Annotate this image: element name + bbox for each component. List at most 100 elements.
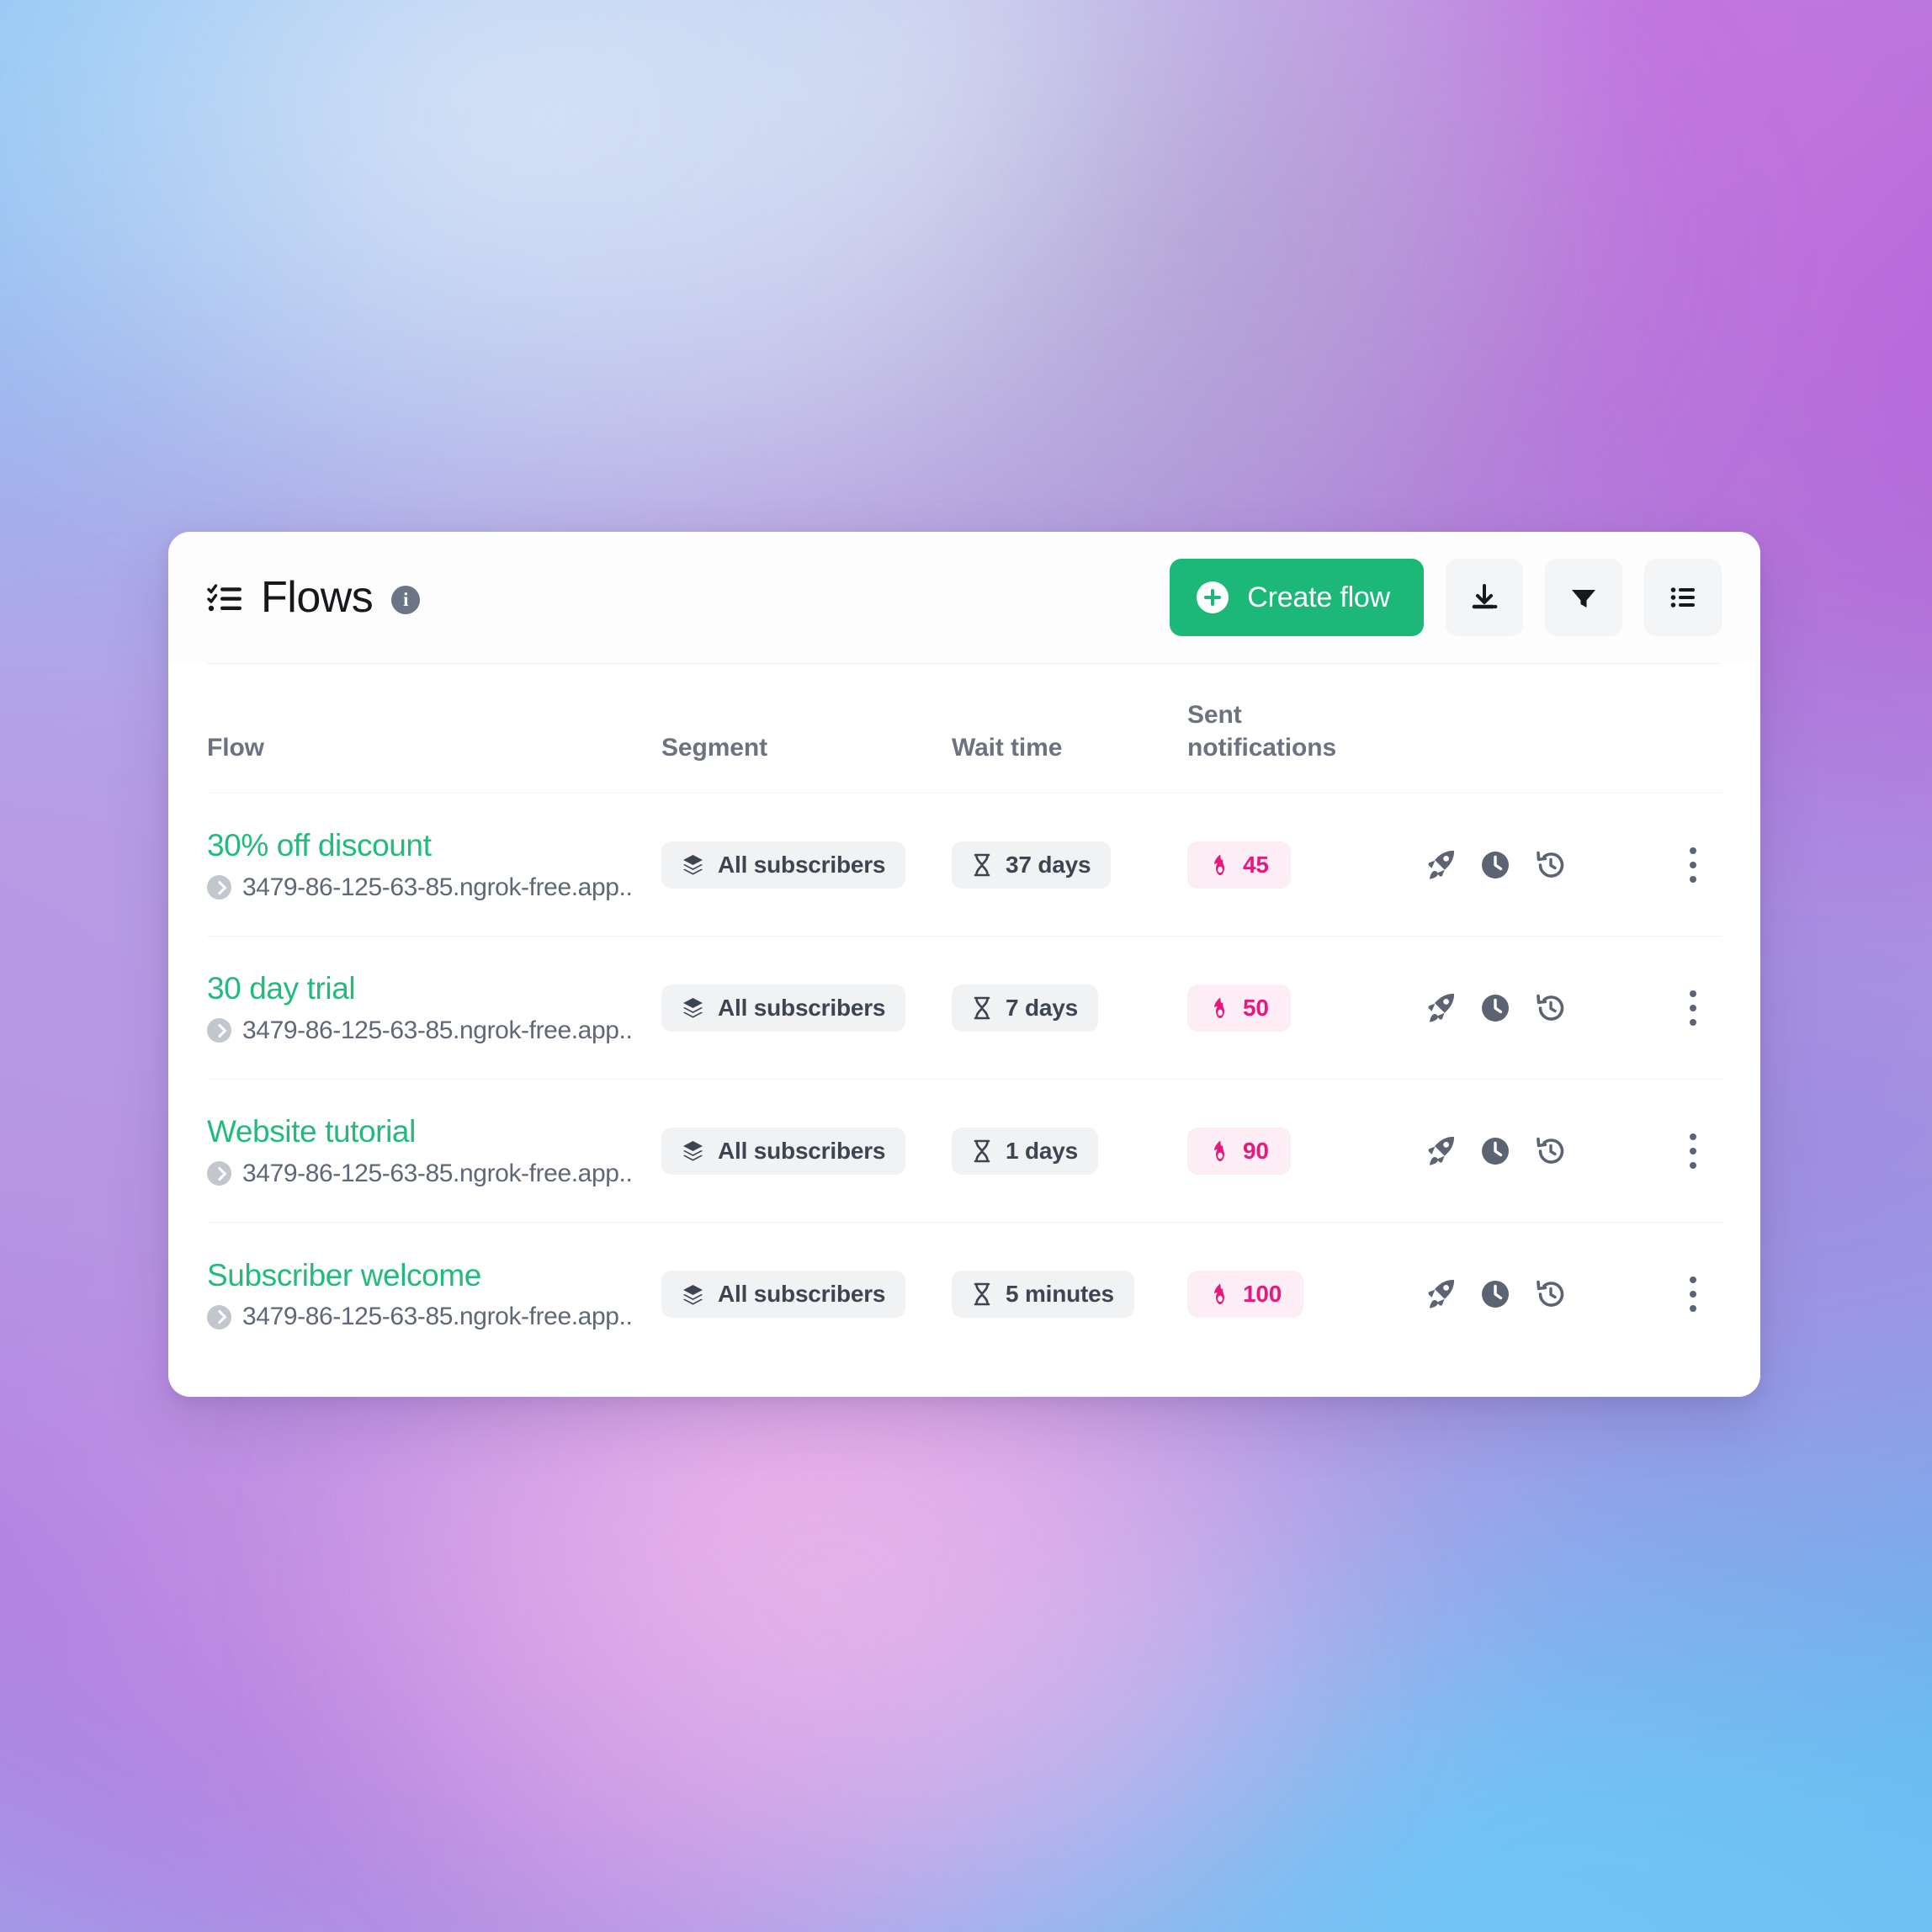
row-actions (1423, 981, 1722, 1035)
table-row[interactable]: Website tutorial 3479-86-125-63-85.ngrok… (207, 1080, 1722, 1223)
history-icon[interactable] (1534, 1277, 1568, 1311)
table-row[interactable]: 30% off discount 3479-86-125-63-85.ngrok… (207, 794, 1722, 937)
segment-cell: All subscribers (661, 1271, 952, 1318)
wait-time-label: 37 days (1006, 851, 1091, 878)
filter-button[interactable] (1545, 559, 1622, 636)
page-title-group: Flows i (207, 576, 421, 619)
segment-badge: All subscribers (661, 1127, 906, 1175)
sent-notifications-badge: 45 (1187, 841, 1291, 889)
funnel-icon (1568, 581, 1600, 613)
checklist-icon (207, 582, 242, 613)
sent-notifications-badge: 50 (1187, 984, 1291, 1032)
rocket-icon[interactable] (1423, 991, 1457, 1025)
wait-time-label: 5 minutes (1006, 1281, 1114, 1307)
sent-notifications-cell: 50 (1187, 984, 1423, 1032)
sent-notifications-cell: 45 (1187, 841, 1423, 889)
list-icon (1667, 581, 1699, 613)
hourglass-icon (972, 996, 992, 1020)
wait-time-badge: 37 days (952, 841, 1112, 889)
segment-label: All subscribers (718, 1137, 886, 1164)
list-view-button[interactable] (1644, 559, 1722, 636)
download-icon (1468, 581, 1501, 614)
segment-label: All subscribers (718, 994, 886, 1021)
history-icon[interactable] (1534, 991, 1568, 1025)
sent-notifications-count: 100 (1243, 1281, 1282, 1307)
wait-time-cell: 7 days (952, 984, 1187, 1032)
wait-time-label: 7 days (1006, 994, 1078, 1021)
segment-cell: All subscribers (661, 841, 952, 889)
sent-notifications-badge: 100 (1187, 1271, 1304, 1318)
segment-badge: All subscribers (661, 1271, 906, 1318)
flows-table: Flow Segment Wait time Sent notification… (168, 664, 1760, 1366)
create-flow-label: Create flow (1247, 581, 1390, 613)
clock-icon[interactable] (1478, 1277, 1512, 1311)
wait-time-cell: 1 days (952, 1127, 1187, 1175)
hourglass-icon (972, 853, 992, 877)
card-header: Flows i Create flow (168, 532, 1760, 663)
column-header-wait-time: Wait time (952, 733, 1063, 762)
row-menu-button[interactable] (1671, 981, 1715, 1035)
flow-name-link[interactable]: 30 day trial (207, 971, 661, 1006)
flow-url: 3479-86-125-63-85.ngrok-free.app.. (242, 1303, 633, 1331)
flow-url-row[interactable]: 3479-86-125-63-85.ngrok-free.app.. (207, 1159, 661, 1187)
flow-name-link[interactable]: 30% off discount (207, 828, 661, 863)
clock-icon[interactable] (1478, 848, 1512, 882)
row-menu-button[interactable] (1671, 1124, 1715, 1178)
layers-icon (682, 1139, 704, 1162)
row-actions (1423, 1124, 1722, 1178)
flow-url-row[interactable]: 3479-86-125-63-85.ngrok-free.app.. (207, 1304, 661, 1330)
sent-notifications-count: 90 (1243, 1137, 1269, 1164)
wait-time-badge: 7 days (952, 984, 1098, 1032)
column-header-sent-line1: Sent (1187, 701, 1242, 730)
column-header-sent-notifications: Sent notifications (1187, 699, 1423, 764)
history-icon[interactable] (1534, 1134, 1568, 1168)
info-icon[interactable]: i (391, 586, 421, 614)
segment-badge: All subscribers (661, 841, 906, 889)
clock-icon[interactable] (1478, 991, 1512, 1025)
flow-url-row[interactable]: 3479-86-125-63-85.ngrok-free.app.. (207, 873, 661, 901)
chevron-right-icon (207, 875, 231, 900)
rocket-icon[interactable] (1423, 1134, 1457, 1168)
flows-card: Flows i Create flow Flow Segment Wait ti… (168, 532, 1760, 1397)
flow-cell: Website tutorial 3479-86-125-63-85.ngrok… (207, 1114, 661, 1187)
column-header-sent-line2: notifications (1187, 733, 1337, 762)
segment-label: All subscribers (718, 851, 886, 878)
wait-time-label: 1 days (1006, 1137, 1078, 1164)
row-menu-button[interactable] (1671, 1267, 1715, 1321)
flow-url: 3479-86-125-63-85.ngrok-free.app.. (242, 873, 633, 901)
segment-cell: All subscribers (661, 1127, 952, 1175)
flow-cell: 30% off discount 3479-86-125-63-85.ngrok… (207, 828, 661, 901)
hourglass-icon (972, 1282, 992, 1306)
history-icon[interactable] (1534, 848, 1568, 882)
row-actions (1423, 1267, 1722, 1321)
column-header-flow: Flow (207, 733, 264, 762)
row-actions (1423, 838, 1722, 892)
flow-cell: 30 day trial 3479-86-125-63-85.ngrok-fre… (207, 971, 661, 1043)
rocket-icon[interactable] (1423, 848, 1457, 882)
row-menu-button[interactable] (1671, 838, 1715, 892)
table-row[interactable]: 30 day trial 3479-86-125-63-85.ngrok-fre… (207, 937, 1722, 1080)
clock-icon[interactable] (1478, 1134, 1512, 1168)
sent-notifications-cell: 90 (1187, 1127, 1423, 1175)
wait-time-badge: 5 minutes (952, 1271, 1134, 1318)
table-header-row: Flow Segment Wait time Sent notification… (207, 664, 1722, 794)
segment-label: All subscribers (718, 1281, 886, 1307)
download-button[interactable] (1446, 559, 1523, 636)
wait-time-cell: 5 minutes (952, 1271, 1187, 1318)
flow-url-row[interactable]: 3479-86-125-63-85.ngrok-free.app.. (207, 1017, 661, 1043)
sent-notifications-count: 50 (1243, 994, 1269, 1021)
plus-icon (1197, 581, 1229, 613)
chevron-right-icon (207, 1304, 231, 1330)
flow-name-link[interactable]: Subscriber welcome (207, 1258, 661, 1293)
rocket-icon[interactable] (1423, 1277, 1457, 1311)
layers-icon (682, 853, 704, 876)
segment-badge: All subscribers (661, 984, 906, 1032)
flow-url: 3479-86-125-63-85.ngrok-free.app.. (242, 1159, 633, 1187)
flow-name-link[interactable]: Website tutorial (207, 1114, 661, 1149)
table-row[interactable]: Subscriber welcome 3479-86-125-63-85.ngr… (207, 1223, 1722, 1366)
hourglass-icon (972, 1139, 992, 1163)
layers-icon (682, 996, 704, 1019)
create-flow-button[interactable]: Create flow (1170, 559, 1424, 636)
sent-notifications-cell: 100 (1187, 1271, 1423, 1318)
column-header-segment: Segment (661, 733, 767, 762)
